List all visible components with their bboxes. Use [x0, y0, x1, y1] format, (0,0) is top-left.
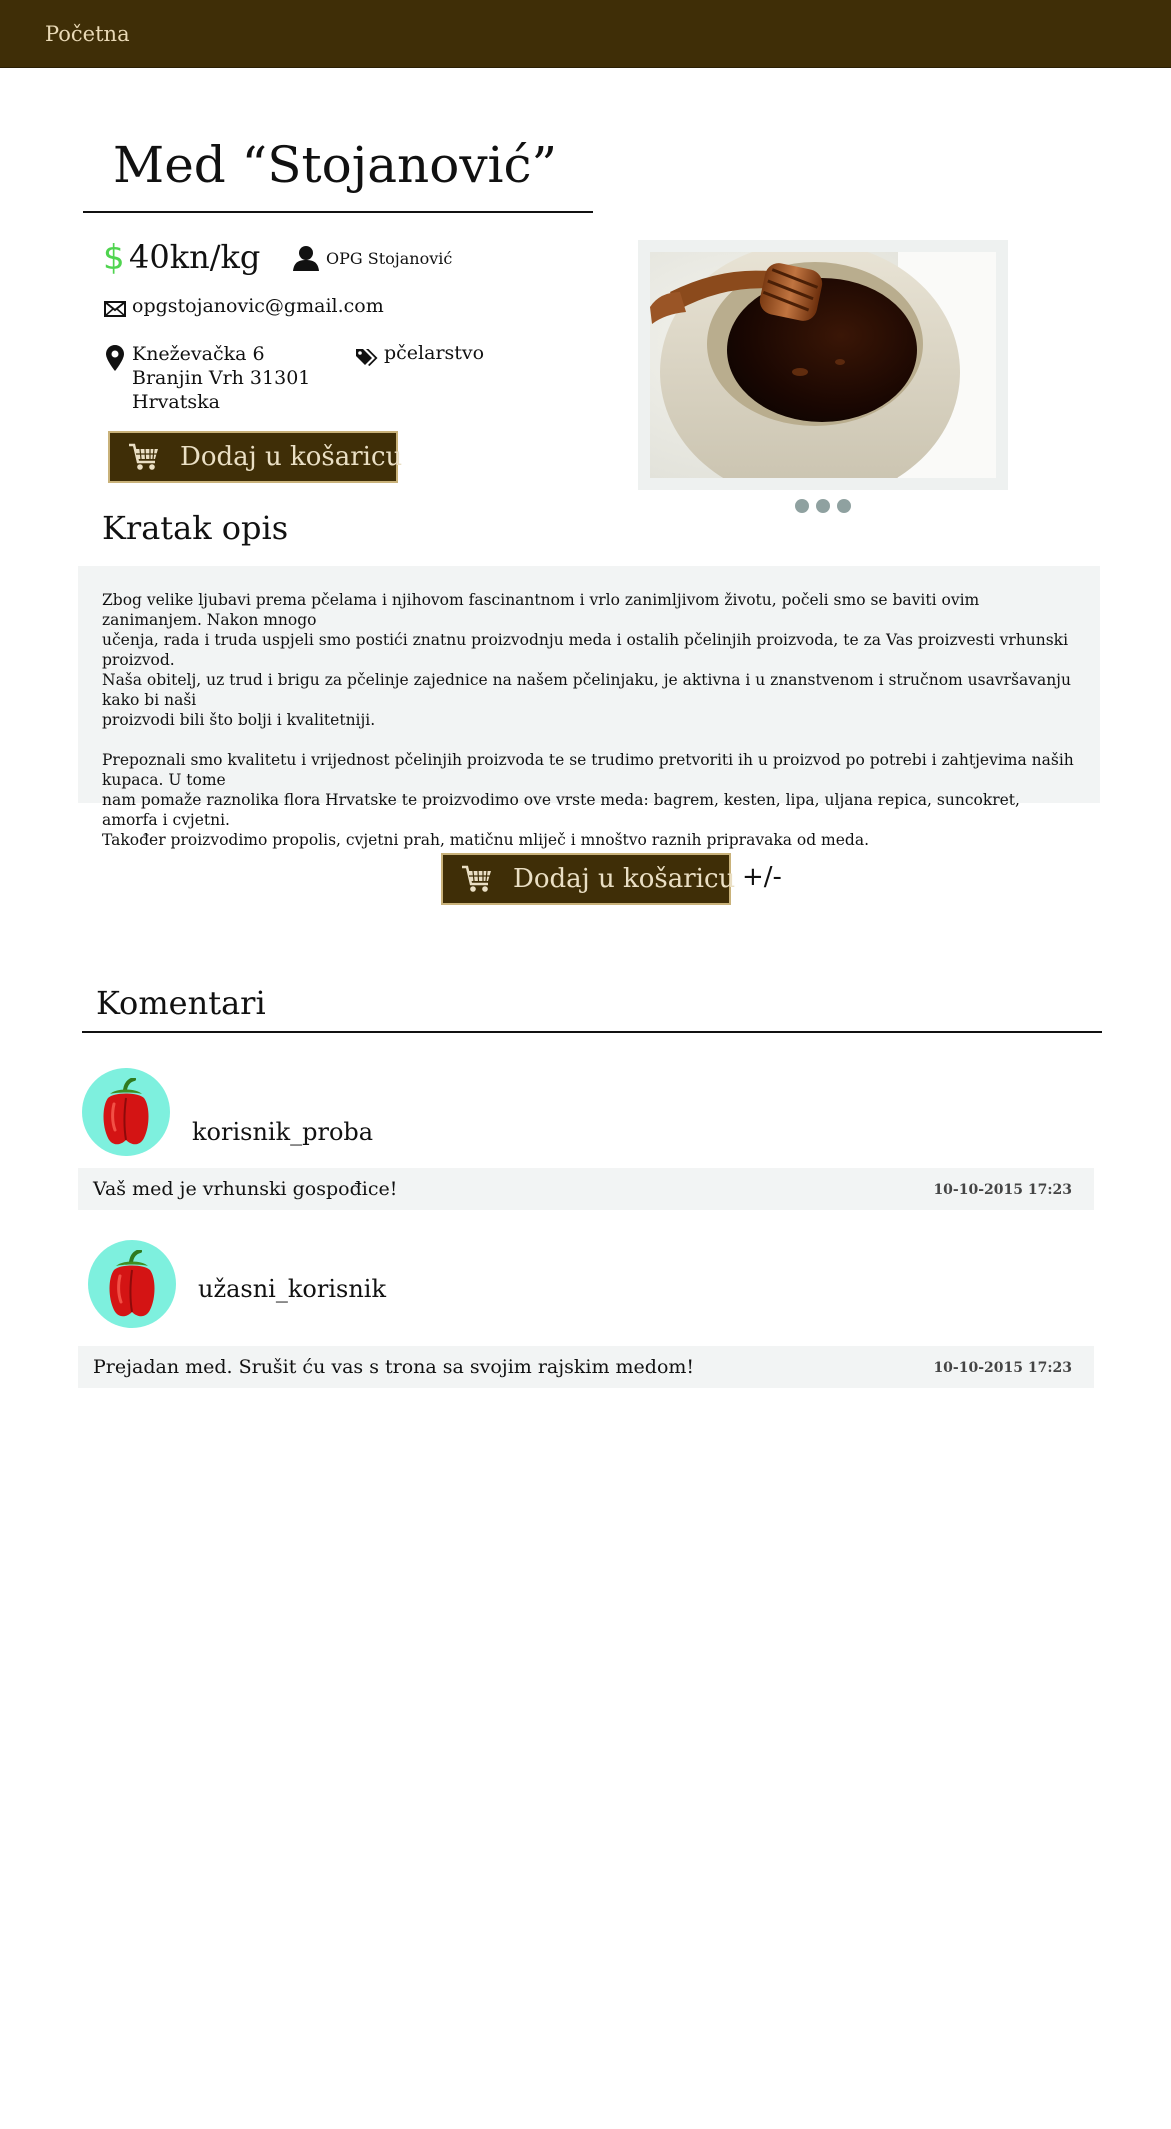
description-line: Prepoznali smo kvalitetu i vrijednost pč… [102, 751, 1074, 789]
cart-icon [462, 865, 491, 892]
description-line: proizvodi bili što bolji i kvalitetniji. [102, 711, 376, 729]
gallery-dot-1[interactable] [795, 499, 809, 513]
comments-divider [82, 1031, 1102, 1033]
cart-icon [129, 443, 158, 470]
comment-username[interactable]: užasni_korisnik [198, 1275, 386, 1303]
tags-icon [356, 349, 378, 366]
gallery-dot-3[interactable] [837, 499, 851, 513]
seller-address: Kneževačka 6 Branjin Vrh 31301 Hrvatska [132, 342, 310, 414]
description-paragraph-2: Prepoznali smo kvalitetu i vrijednost pč… [102, 750, 1076, 850]
address-city: Branjin Vrh 31301 [132, 367, 311, 389]
comment-text: Prejadan med. Srušit ću vas s trona sa s… [93, 1356, 695, 1378]
comment-username[interactable]: korisnik_proba [192, 1118, 373, 1146]
honey-jar-image [650, 252, 996, 478]
description-heading: Kratak opis [102, 509, 289, 547]
product-title: Med “Stojanović” [113, 136, 558, 194]
seller-email: opgstojanovic@gmail.com [132, 295, 384, 317]
add-to-cart-button-bottom[interactable]: Dodaj u košaricu [441, 853, 735, 905]
home-link[interactable]: Početna [45, 22, 130, 46]
comment-text: Vaš med je vrhunski gospođice! [93, 1178, 398, 1200]
title-divider [83, 211, 593, 213]
description-line: Također proizvodimo propolis, cvjetni pr… [102, 831, 870, 849]
description-line: učenja, rada i truda uspjeli smo postići… [102, 631, 1069, 669]
mail-icon [104, 301, 126, 317]
avatar[interactable] [82, 1068, 170, 1156]
add-to-cart-button[interactable]: Dodaj u košaricu [108, 431, 402, 483]
address-country: Hrvatska [132, 391, 220, 413]
avatar[interactable] [88, 1240, 176, 1328]
quantity-toggle[interactable]: +/- [742, 862, 782, 892]
address-street: Kneževačka 6 [132, 343, 265, 365]
comment-date: 10-10-2015 17:23 [933, 1182, 1072, 1198]
description-paragraph-1: Zbog velike ljubavi prema pčelama i njih… [102, 590, 1076, 730]
comments-heading: Komentari [96, 984, 266, 1022]
seller-name: OPG Stojanović [326, 249, 453, 268]
pepper-icon [103, 1078, 149, 1145]
description-line: nam pomaže raznolika flora Hrvatske te p… [102, 791, 1020, 829]
add-to-cart-label: Dodaj u košaricu [180, 442, 403, 472]
description-box: Zbog velike ljubavi prema pčelama i njih… [78, 566, 1100, 849]
product-image-gallery[interactable] [638, 240, 1008, 490]
price-dollar-icon: $ [103, 238, 125, 278]
add-to-cart-label: Dodaj u košaricu [513, 864, 736, 894]
gallery-dot-2[interactable] [816, 499, 830, 513]
description-line: Naša obitelj, uz trud i brigu za pčelinj… [102, 671, 1071, 709]
location-pin-icon [106, 345, 124, 371]
comment-body: Vaš med je vrhunski gospođice! 10-10-201… [78, 1168, 1094, 1210]
comment-body: Prejadan med. Srušit ću vas s trona sa s… [78, 1346, 1094, 1388]
product-category: pčelarstvo [384, 342, 485, 364]
pepper-icon [109, 1250, 155, 1317]
top-navbar: Početna [0, 0, 1171, 68]
user-icon [293, 246, 319, 271]
comment-date: 10-10-2015 17:23 [933, 1360, 1072, 1376]
description-line: Zbog velike ljubavi prema pčelama i njih… [102, 591, 980, 629]
product-price: 40kn/kg [129, 238, 261, 276]
